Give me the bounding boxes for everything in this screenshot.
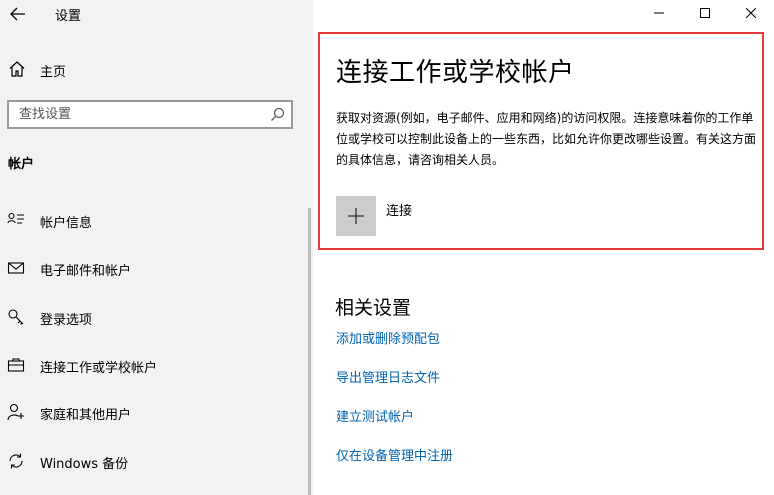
sidebar-item-account-info[interactable]: 帐户信息 [0, 202, 305, 238]
sidebar-item-email[interactable]: 电子邮件和帐户 [0, 250, 305, 286]
title-bar: 设置 [0, 0, 313, 30]
sidebar-item-work-school[interactable]: 连接工作或学校帐户 [0, 347, 305, 383]
account-info-icon [7, 212, 24, 224]
search-box[interactable] [7, 100, 293, 129]
page-title: 连接工作或学校帐户 [336, 58, 575, 88]
maximize-button[interactable] [682, 0, 728, 26]
briefcase-icon [7, 358, 25, 372]
minimize-button[interactable] [636, 0, 682, 26]
sidebar-item-label: Windows 备份 [40, 457, 129, 472]
sidebar-item-label: 帐户信息 [40, 216, 93, 231]
mail-icon [7, 262, 25, 274]
link-add-remove-package[interactable]: 添加或删除预配包 [336, 328, 440, 347]
sidebar-item-family[interactable]: 家庭和其他用户 [0, 394, 305, 430]
maximize-icon [700, 8, 710, 18]
sidebar-item-home[interactable]: 主页 [0, 55, 313, 85]
sidebar-item-signin-options[interactable]: 登录选项 [0, 299, 305, 335]
close-icon [746, 8, 756, 18]
sidebar: 设置 主页 帐户 帐户信息 电子邮件和帐户 登录选项 [0, 0, 313, 495]
minimize-icon [654, 12, 664, 14]
connect-account-panel: 连接工作或学校帐户 获取对资源(例如，电子邮件、应用和网络)的访问权限。连接意味… [318, 32, 764, 250]
sidebar-item-label: 主页 [40, 65, 67, 80]
close-button[interactable] [728, 0, 774, 26]
link-setup-test-account[interactable]: 建立测试帐户 [336, 406, 414, 425]
sidebar-item-label: 电子邮件和帐户 [40, 264, 132, 279]
sidebar-item-label: 连接工作或学校帐户 [40, 361, 158, 376]
sidebar-item-label: 家庭和其他用户 [40, 408, 132, 423]
link-export-logs[interactable]: 导出管理日志文件 [336, 367, 440, 386]
home-icon [9, 61, 25, 77]
sidebar-item-windows-backup[interactable]: Windows 备份 [0, 443, 305, 479]
key-icon [8, 309, 24, 325]
person-add-icon [7, 403, 24, 421]
search-icon[interactable] [270, 107, 285, 122]
connect-button[interactable] [336, 196, 376, 236]
window-controls [636, 0, 774, 26]
related-settings-title: 相关设置 [335, 297, 412, 319]
search-input[interactable] [9, 102, 269, 127]
link-enroll-device-management[interactable]: 仅在设备管理中注册 [336, 445, 453, 464]
section-title: 帐户 [8, 157, 35, 172]
back-button[interactable] [4, 2, 32, 26]
connect-label[interactable]: 连接 [386, 200, 412, 219]
sidebar-scrollbar[interactable] [308, 208, 311, 495]
sync-icon [9, 453, 23, 469]
back-arrow-icon [10, 7, 25, 21]
plus-icon [348, 208, 364, 224]
page-description: 获取对资源(例如，电子邮件、应用和网络)的访问权限。连接意味着你的工作单位或学校… [336, 111, 757, 167]
app-title: 设置 [55, 9, 82, 24]
sidebar-item-label: 登录选项 [40, 313, 93, 328]
